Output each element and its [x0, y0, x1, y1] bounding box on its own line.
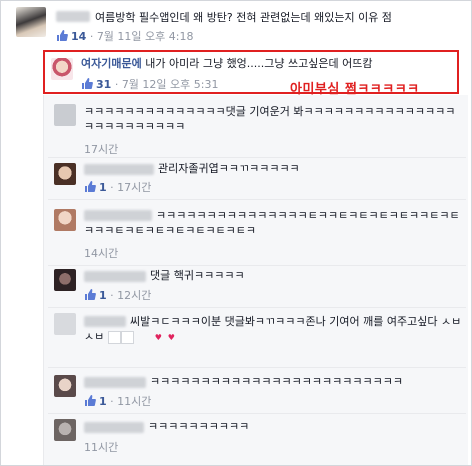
divider — [48, 367, 466, 368]
list-item: ㅋㅋㅋㅋㅋㅋㅋㅋㅋㅋㅋㅋㅋㅋㅋㅌㅋㅋㅌㅋㅌㅋㅌㅋㅌㅋㅋㅌㅋㅌㅋㅋㅋㅌㅋㅌㅋㅌㅋㅌ… — [48, 205, 466, 261]
heart-icon: ♥ — [120, 330, 175, 344]
reply-timestamp[interactable]: 17시간 — [84, 143, 118, 156]
reply-like-count[interactable]: 31 — [96, 78, 111, 91]
divider — [48, 157, 466, 158]
divider — [48, 199, 466, 200]
divider — [48, 413, 466, 414]
like-thumb-icon — [84, 395, 96, 406]
reply-text: 댓글 핵귀ㅋㅋㅋㅋㅋ — [150, 269, 245, 282]
list-item: 관리자졸귀엽ㅋㅋㄲㅋㅋㅋㅋㅋ 1 · 17시간 — [48, 161, 466, 195]
top-comment-like-count[interactable]: 14 — [71, 30, 86, 43]
reply-text: 내가 아미라 그냥 했엉.....그냥 쓰고싶은데 어뜨캄 — [145, 57, 373, 70]
reply-like-count[interactable]: 1 — [99, 395, 107, 408]
commenter-name-blurred[interactable] — [84, 164, 154, 175]
replies-list: ㅋㅋㅋㅋㅋㅋㅋㅋㅋㅋㅋㅋㅋㅋ댓글 기여운거 봐ㅋㅋㅋㅋㅋㅋㅋㅋㅋㅋㅋㅋㅋㅋㅋㅋㅋ… — [43, 95, 468, 465]
divider — [48, 307, 466, 308]
reply-timestamp[interactable]: 14시간 — [84, 247, 118, 260]
reply-timestamp[interactable]: 11시간 — [84, 441, 118, 454]
reply-text: ㅋㅋㅋㅋㅋㅋㅋㅋㅋㅋㅋㅋㅋㅋ댓글 기여운거 봐ㅋㅋㅋㅋㅋㅋㅋㅋㅋㅋㅋㅋㅋㅋㅋㅋㅋ… — [84, 105, 456, 133]
commenter-name-blurred[interactable] — [84, 377, 146, 388]
commenter-name-blurred[interactable] — [56, 11, 90, 22]
list-item: ㅋㅋㅋㅋㅋㅋㅋㅋㅋㅋ 11시간 — [48, 417, 466, 461]
heart-icon: ♥ — [107, 330, 162, 344]
reply-avatar[interactable] — [54, 269, 76, 291]
list-item: ㅋㅋㅋㅋㅋㅋㅋㅋㅋㅋㅋㅋㅋㅋ댓글 기여운거 봐ㅋㅋㅋㅋㅋㅋㅋㅋㅋㅋㅋㅋㅋㅋㅋㅋㅋ… — [48, 101, 466, 156]
reply-avatar[interactable] — [54, 209, 76, 231]
commenter-name-blurred[interactable] — [84, 422, 144, 433]
commenter-avatar[interactable] — [16, 7, 46, 37]
reply-like-count[interactable]: 1 — [99, 289, 107, 302]
reply-text: 관리자졸귀엽ㅋㅋㄲㅋㅋㅋㅋㅋ — [158, 162, 300, 175]
like-thumb-icon — [84, 289, 96, 300]
commenter-name-blurred[interactable] — [84, 271, 146, 282]
reply-avatar[interactable] — [54, 104, 76, 126]
top-comment-text: 여름방학 필수앱인데 왜 방탄? 전혀 관련없는데 왜있는지 이유 점 — [95, 11, 392, 24]
reply-timestamp[interactable]: 11시간 — [117, 395, 151, 408]
reply-avatar[interactable] — [54, 375, 76, 397]
reply-text: ㅋㅋㅋㅋㅋㅋㅋㅋㅋㅋㅋㅋㅋㅋㅋㅋㅋㅋㅋㅋㅋㅋㅋㅋㅋ — [150, 375, 403, 388]
like-thumb-icon — [84, 181, 96, 192]
list-item: ㅋㅋㅋㅋㅋㅋㅋㅋㅋㅋㅋㅋㅋㅋㅋㅋㅋㅋㅋㅋㅋㅋㅋㅋㅋ 1 · 11시간 — [48, 371, 466, 411]
reply-avatar[interactable] — [54, 313, 76, 335]
list-item: 씨발ㅋㄷㅋㅋㅋ이분 댓글봐ㅋㄲㅋㅋㅋ존나 기여어 깨를 여주고싶다 ㅅㅂㅅㅂ ♥… — [48, 311, 466, 367]
reply-avatar[interactable] — [54, 163, 76, 185]
like-thumb-icon — [81, 78, 93, 89]
reply-timestamp[interactable]: 12시간 — [117, 289, 151, 302]
reply-avatar[interactable] — [51, 58, 73, 80]
reply-timestamp[interactable]: 17시간 — [117, 181, 151, 194]
like-thumb-icon — [56, 30, 68, 41]
top-comment-timestamp[interactable]: 7월 11일 오후 4:18 — [97, 30, 194, 43]
top-comment-meta: 14 · 7월 11일 오후 4:18 — [56, 28, 193, 44]
comment-thread: 여름방학 필수앱인데 왜 방탄? 전혀 관련없는데 왜있는지 이유 점 14 ·… — [0, 0, 472, 466]
reply-text: 씨발ㅋㄷㅋㅋㅋ이분 댓글봐ㅋㄲㅋㅋㅋ존나 기여어 깨를 여주고싶다 ㅅㅂㅅㅂ ♥… — [84, 315, 462, 344]
reply-text: ㅋㅋㅋㅋㅋㅋㅋㅋㅋㅋㅋㅋㅋㅋㅋㅌㅋㅋㅌㅋㅌㅋㅌㅋㅌㅋㅋㅌㅋㅌㅋㅋㅋㅌㅋㅌㅋㅌㅋㅌ… — [84, 209, 460, 237]
reply-avatar[interactable] — [54, 419, 76, 441]
reply-author-name[interactable]: 여자기매문에 — [81, 57, 142, 70]
list-item: 댓글 핵귀ㅋㅋㅋㅋㅋ 1 · 12시간 — [48, 265, 466, 305]
reply-text: ㅋㅋㅋㅋㅋㅋㅋㅋㅋㅋ — [148, 420, 250, 433]
reply-like-count[interactable]: 1 — [99, 181, 107, 194]
reply-timestamp[interactable]: 7월 12일 오후 5:31 — [122, 78, 219, 91]
